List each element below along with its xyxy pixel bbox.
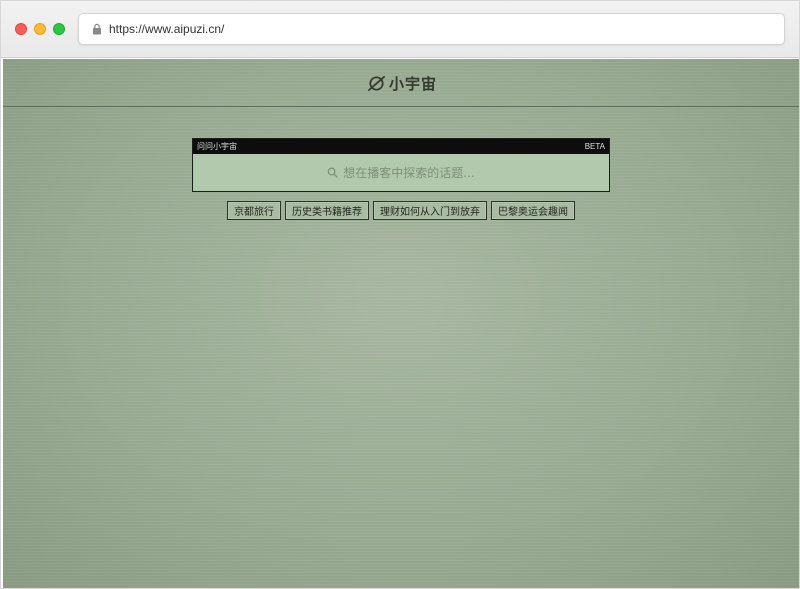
suggestion-chip[interactable]: 历史类书籍推荐 [285,201,369,220]
search-panel: 问问小宇宙 BETA 想在播客中探索的话题... [192,138,610,192]
site-header: 小宇宙 [3,59,799,107]
logo-text: 小宇宙 [389,74,438,93]
search-panel-title: 问问小宇宙 [197,142,237,151]
planet-logo-icon [368,75,385,91]
suggestion-chip[interactable]: 理财如何从入门到放弃 [373,201,487,220]
suggestion-chip[interactable]: 巴黎奥运会趣闻 [491,201,575,220]
minimize-window-button[interactable] [34,23,46,35]
beta-badge: BETA [584,142,605,151]
search-input[interactable]: 想在播客中探索的话题... [193,154,609,191]
browser-window: https://www.aipuzi.cn/ 小宇宙 问问小宇宙 BETA 想在… [0,0,800,589]
search-icon [327,167,338,178]
url-text[interactable]: https://www.aipuzi.cn/ [109,22,224,36]
site-logo[interactable]: 小宇宙 [367,71,437,95]
suggestion-chip[interactable]: 京都旅行 [227,201,281,220]
lock-icon [93,23,101,35]
address-bar[interactable]: https://www.aipuzi.cn/ [78,13,785,45]
search-panel-header: 问问小宇宙 BETA [193,139,609,154]
suggestion-list: 京都旅行 历史类书籍推荐 理财如何从入门到放弃 巴黎奥运会趣闻 [3,201,799,220]
maximize-window-button[interactable] [53,23,65,35]
browser-toolbar: https://www.aipuzi.cn/ [1,1,799,58]
page-content: 小宇宙 问问小宇宙 BETA 想在播客中探索的话题... 京都旅行 历史类书籍推… [3,59,799,588]
close-window-button[interactable] [15,23,27,35]
search-placeholder: 想在播客中探索的话题... [343,166,475,180]
